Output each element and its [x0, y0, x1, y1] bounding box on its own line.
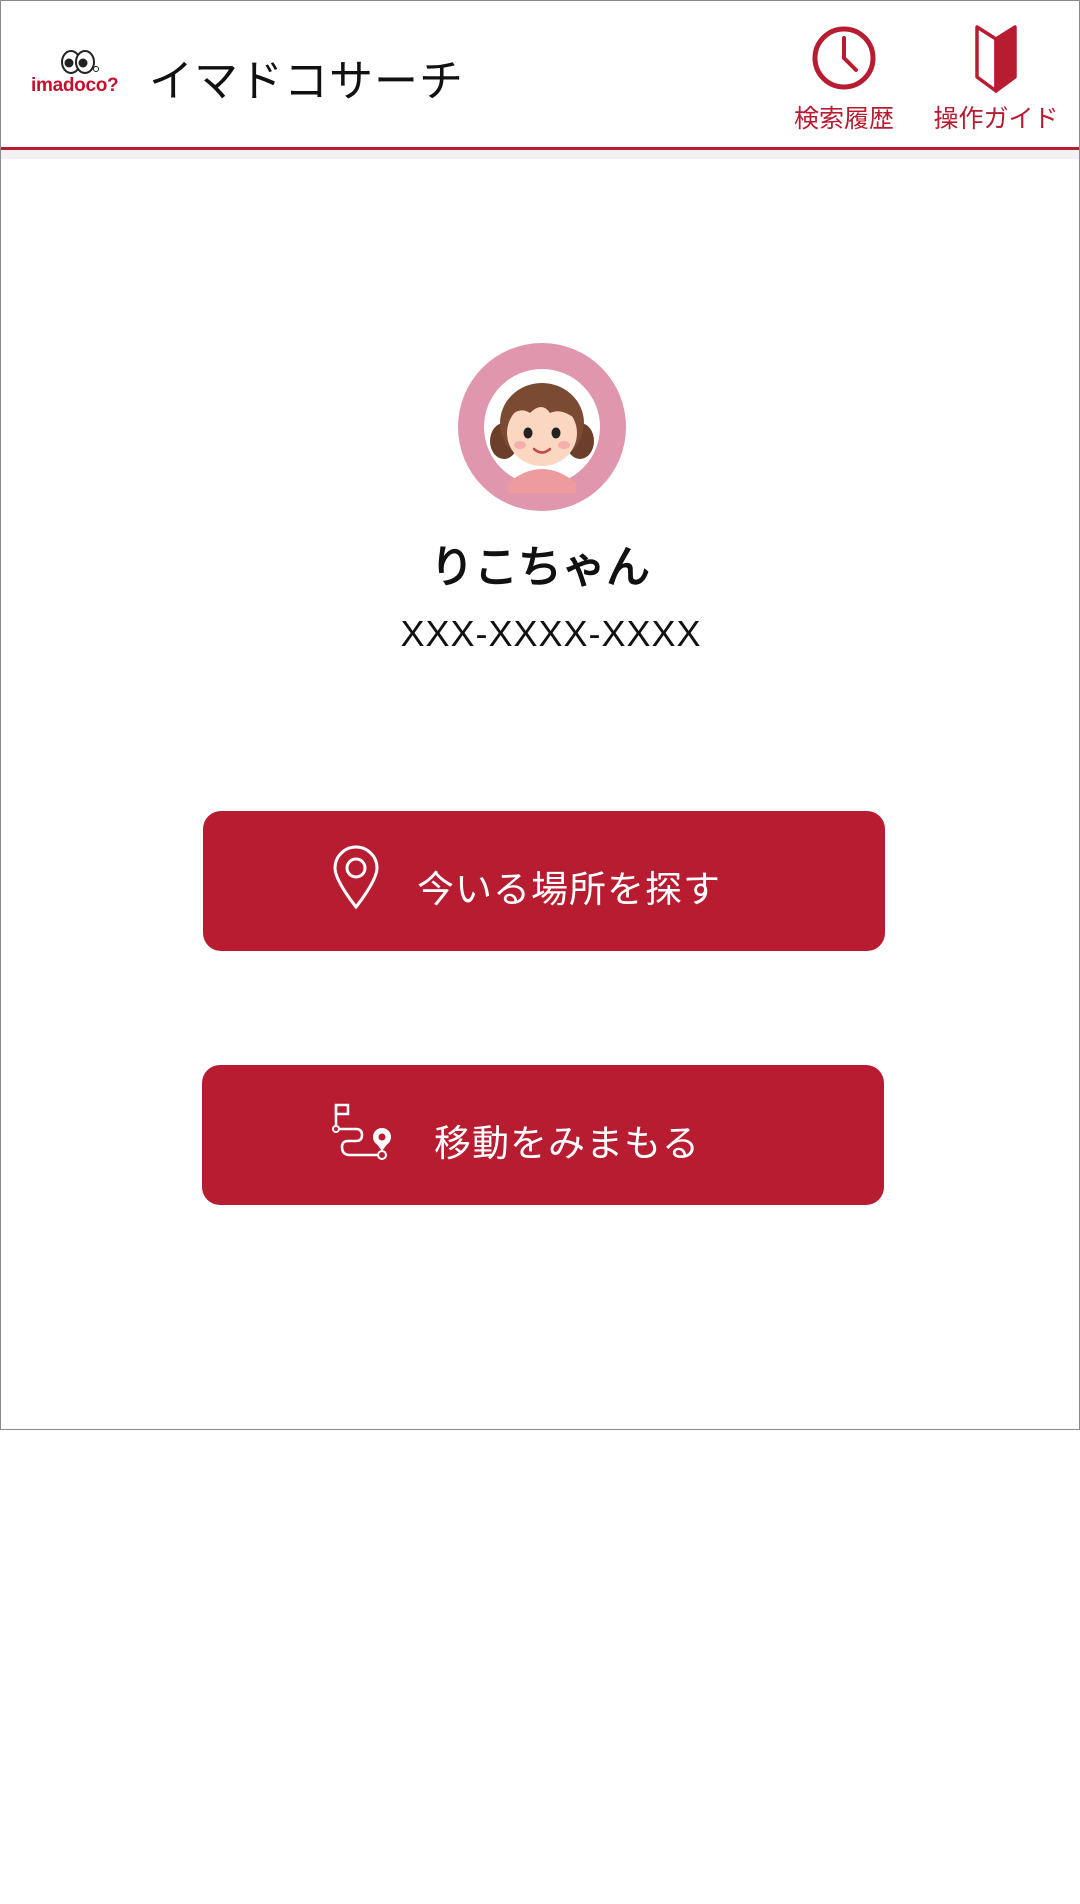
route-icon — [332, 1103, 391, 1160]
child-name: りこちゃん — [430, 542, 650, 593]
search-history-label: 検索履歴 — [793, 104, 894, 133]
phone-number: XXX-XXXX-XXXX — [400, 613, 702, 654]
watch-movement-button[interactable]: 移動をみまもる — [202, 1065, 884, 1205]
watch-movement-label: 移動をみまもる — [434, 1122, 700, 1165]
find-current-location-button[interactable]: 今いる場所を探す — [203, 811, 885, 951]
clock-icon — [812, 26, 876, 90]
find-current-location-label: 今いる場所を探す — [417, 868, 721, 911]
imadoco-logo: imadoco? — [29, 45, 125, 101]
app-title: イマドコサーチ — [149, 56, 464, 107]
app-screen: imadoco? イマドコサーチ 検索履歴 操作ガイド りこちゃん XXX-XX… — [0, 0, 1080, 1430]
logo-eyes-icon — [61, 50, 99, 74]
header-divider — [1, 150, 1079, 159]
location-pin-icon — [333, 845, 379, 910]
app-header: imadoco? イマドコサーチ 検索履歴 操作ガイド — [1, 1, 1079, 150]
child-avatar — [458, 343, 626, 511]
girl-avatar-icon — [484, 369, 600, 493]
logo-text: imadoco? — [31, 75, 119, 96]
operation-guide-button[interactable]: 操作ガイド — [931, 21, 1061, 133]
beginner-mark-icon — [975, 25, 1017, 93]
operation-guide-label: 操作ガイド — [933, 104, 1059, 133]
search-history-button[interactable]: 検索履歴 — [779, 21, 909, 133]
